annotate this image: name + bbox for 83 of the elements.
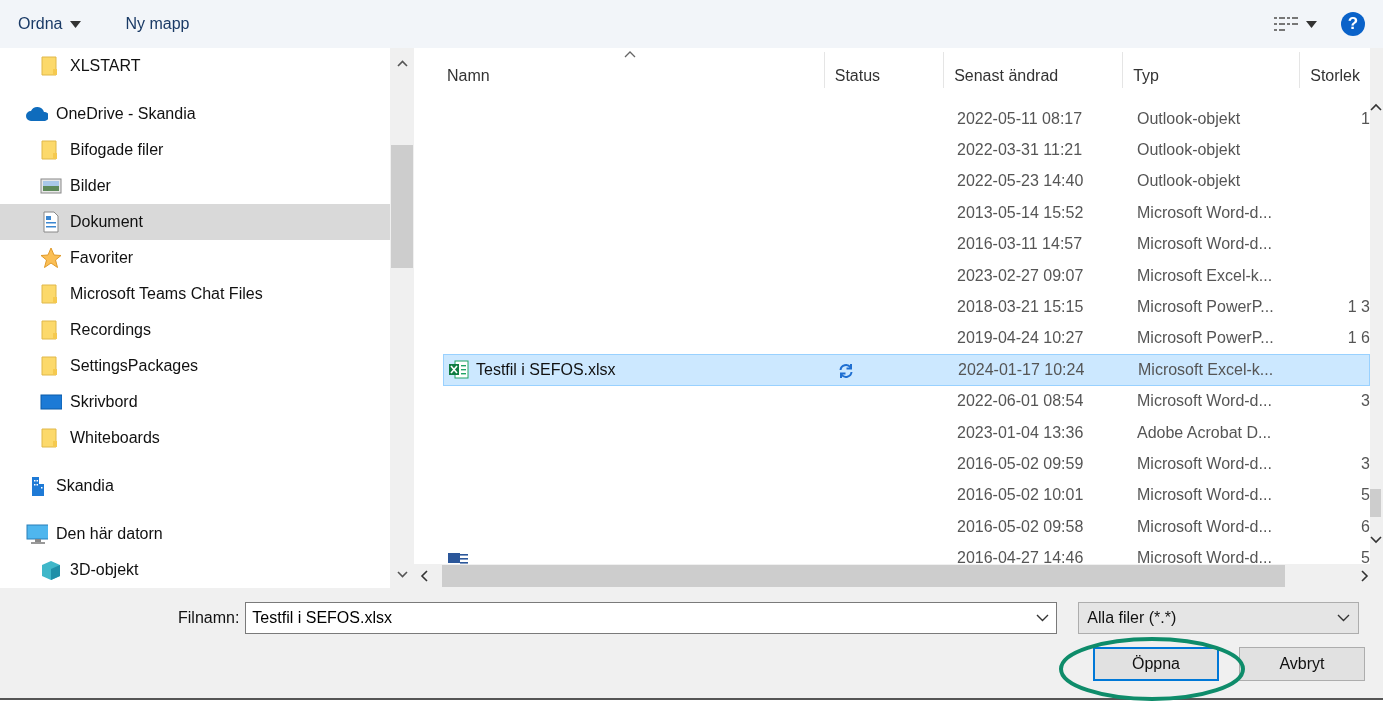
file-type: Microsoft PowerP... xyxy=(1137,298,1274,316)
file-name: Testfil i SEFOS.xlsx xyxy=(476,359,616,380)
modified-date: 2022-05-23 14:40 xyxy=(957,172,1084,190)
caret-icon xyxy=(70,20,82,28)
file-type: Adobe Acrobat D... xyxy=(1137,423,1272,441)
file-type: Microsoft PowerP... xyxy=(1137,329,1274,347)
sidebar-item[interactable]: SettingsPackages xyxy=(0,348,390,384)
modified-date: 2023-02-27 09:07 xyxy=(957,266,1084,284)
modified-date: 2016-05-02 09:59 xyxy=(957,455,1084,472)
file-type: Microsoft Word-d... xyxy=(1137,517,1272,535)
file-type: Microsoft Word-d... xyxy=(1137,235,1272,253)
filename-label: Filnamn: xyxy=(178,608,240,628)
caret-icon xyxy=(1306,20,1317,28)
file-type: Microsoft Word-d... xyxy=(1137,455,1272,472)
file-size: 1 3 xyxy=(1347,298,1370,316)
modified-date: 2018-03-21 15:15 xyxy=(957,298,1084,316)
chevron-icon xyxy=(1036,614,1050,622)
modified-date: 2022-06-01 08:54 xyxy=(957,392,1084,410)
modified-date: 2019-04-24 10:27 xyxy=(957,329,1084,347)
file-size: 1 xyxy=(1361,109,1370,127)
scrollbar-thumb[interactable] xyxy=(442,565,1285,587)
monitor-icon xyxy=(40,391,62,413)
sidebar-item[interactable]: Den här datorn xyxy=(0,516,390,552)
sidebar-item[interactable]: Skrivbord xyxy=(0,384,390,420)
column-header[interactable]: Storlek xyxy=(1300,52,1370,88)
dialog-button[interactable]: Avbryt xyxy=(1239,647,1365,681)
sidebar-item[interactable]: 3D-objekt xyxy=(0,552,390,588)
sidebar-item[interactable]: Skandia xyxy=(0,468,390,504)
modified-date: 2016-04-27 14:46 xyxy=(957,549,1084,564)
file-type: Microsoft Word-d... xyxy=(1137,203,1272,221)
spreadsheet-icon xyxy=(448,358,470,381)
modified-date: 2024-01-17 10:24 xyxy=(958,360,1085,378)
modified-date: 2016-05-02 09:58 xyxy=(957,517,1084,535)
file-type: Microsoft Excel-k... xyxy=(1138,360,1274,378)
sidebar-item[interactable]: OneDrive - Skandia xyxy=(0,96,390,132)
file-size: 1 6 xyxy=(1347,329,1370,347)
sidebar-item[interactable]: Bifogade filer xyxy=(0,132,390,168)
sidebar-item[interactable]: XLSTART xyxy=(0,48,390,84)
sidebar-item[interactable]: Favoriter xyxy=(0,240,390,276)
organize-menu[interactable]: Ordna xyxy=(18,12,82,36)
file-row[interactable]: Testfil i SEFOS.xlsx 2024-01-17 10:24 Microsoft Excel-k... xyxy=(443,354,1370,386)
file-size: 5 xyxy=(1361,486,1370,504)
file-type-dropdown[interactable]: Alla filer (*.*) xyxy=(1078,602,1360,634)
list-view-icon xyxy=(1274,16,1298,32)
sidebar-item[interactable]: Recordings xyxy=(0,312,390,348)
modified-date: 2016-03-11 14:57 xyxy=(957,235,1083,253)
file-type: Outlook-objekt xyxy=(1137,172,1241,190)
dialog-button[interactable]: Öppna xyxy=(1093,647,1219,681)
help-button[interactable]: ? xyxy=(1341,12,1365,36)
sidebar-item[interactable]: Microsoft Teams Chat Files xyxy=(0,276,390,312)
modified-date: 2022-03-31 11:21 xyxy=(957,141,1083,159)
cube-icon xyxy=(40,559,62,581)
file-type: Microsoft Word-d... xyxy=(1137,392,1272,410)
column-header[interactable]: Status xyxy=(824,52,945,88)
filename-field[interactable]: Testfil i SEFOS.xlsx xyxy=(245,602,1058,634)
file-type: Microsoft Excel-k... xyxy=(1137,266,1273,284)
sidebar-item[interactable]: Whiteboards xyxy=(0,420,390,456)
file-size: 6 xyxy=(1361,517,1370,535)
modified-date: 2013-05-14 15:52 xyxy=(957,203,1084,221)
document-icon xyxy=(40,211,62,233)
scrollbar-thumb[interactable] xyxy=(1370,489,1381,517)
view-options-button[interactable] xyxy=(1274,16,1317,32)
chevron-icon xyxy=(1337,614,1351,622)
column-header[interactable]: Senast ändrad xyxy=(944,52,1124,88)
file-size: 3 xyxy=(1361,455,1370,472)
image-icon xyxy=(40,175,62,197)
file-type: Outlook-objekt xyxy=(1137,141,1241,159)
modified-date: 2022-05-11 08:17 xyxy=(957,109,1083,127)
scrollbar-thumb[interactable] xyxy=(391,145,413,268)
file-type: Outlook-objekt xyxy=(1137,109,1241,127)
column-header[interactable]: Typ xyxy=(1123,52,1301,88)
star-icon xyxy=(40,247,62,269)
file-size: 5 xyxy=(1361,549,1370,564)
modified-date: 2016-05-02 10:01 xyxy=(957,486,1084,504)
sidebar-item[interactable]: Dokument xyxy=(0,204,390,240)
file-size: 3 xyxy=(1361,392,1370,410)
file-type: Microsoft Word-d... xyxy=(1137,549,1272,564)
column-header[interactable]: Namn xyxy=(414,52,825,88)
modified-date: 2023-01-04 13:36 xyxy=(957,423,1084,441)
file-type: Microsoft Word-d... xyxy=(1137,486,1272,504)
new-folder-button[interactable]: Ny mapp xyxy=(125,12,190,36)
sidebar-item[interactable]: Bilder xyxy=(0,168,390,204)
computer-icon xyxy=(26,523,48,545)
